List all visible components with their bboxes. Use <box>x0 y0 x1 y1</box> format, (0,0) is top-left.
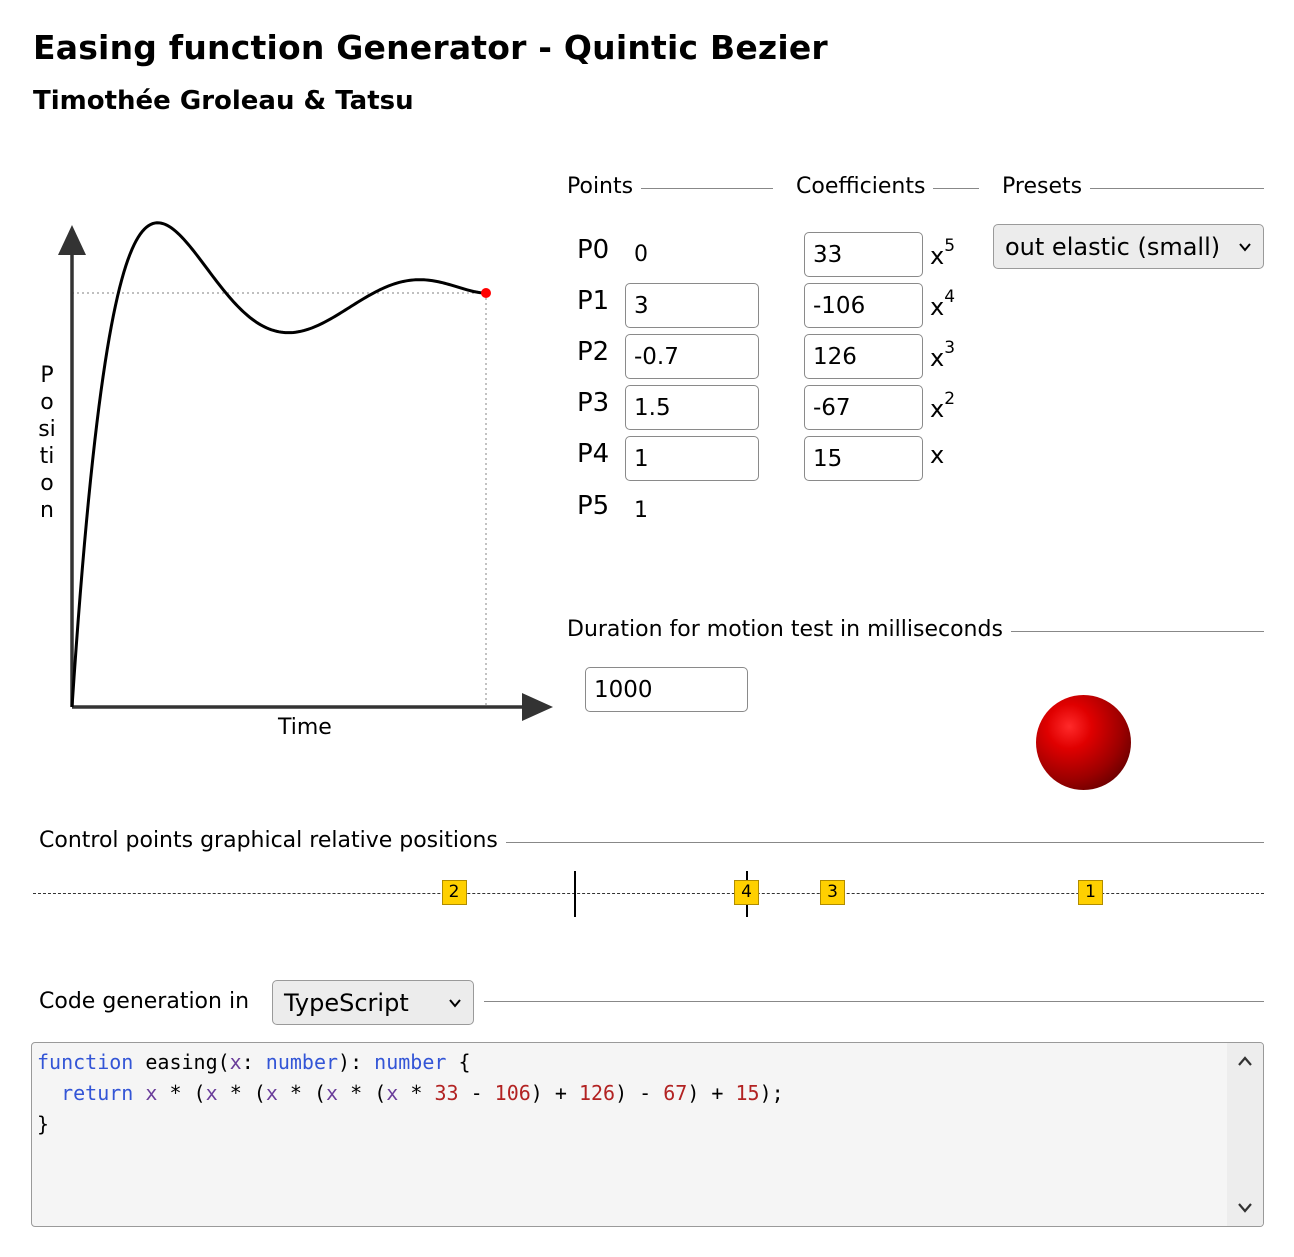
point-label-p5: P5 <box>577 491 610 521</box>
presets-selected-value: out elastic (small) <box>1005 232 1221 261</box>
power-base: x <box>930 242 945 270</box>
language-selected-value: TypeScript <box>284 988 409 1017</box>
page-title: Easing function Generator - Quintic Bezi… <box>33 28 828 67</box>
divider <box>933 187 979 189</box>
code-output[interactable]: function easing(x: number): number { ret… <box>31 1042 1264 1227</box>
point-label-p2: P2 <box>577 337 610 367</box>
presets-heading: Presets <box>1002 174 1264 199</box>
control-point-marker-2[interactable]: 2 <box>441 880 467 905</box>
point-value-p0: 0 <box>634 242 648 267</box>
code-text[interactable]: function easing(x: number): number { ret… <box>37 1047 784 1140</box>
motion-test-ball[interactable] <box>1036 695 1131 790</box>
power-exponent: 3 <box>944 338 956 358</box>
power-base: x <box>930 441 945 469</box>
easing-curve <box>70 221 487 708</box>
point-value-p5: 1 <box>634 498 648 523</box>
coefficient-input-x3[interactable] <box>804 334 923 379</box>
power-exponent: 4 <box>944 287 956 307</box>
page-subtitle: Timothée Groleau & Tatsu <box>33 86 414 116</box>
point-input-p2[interactable] <box>625 334 759 379</box>
graph-y-axis-arrow <box>58 225 86 255</box>
coefficient-input-x4[interactable] <box>804 283 923 328</box>
presets-select[interactable]: out elastic (small) <box>993 224 1264 269</box>
point-label-p1: P1 <box>577 286 610 316</box>
control-point-marker-3[interactable]: 3 <box>820 880 845 905</box>
codegen-label: Code generation in <box>39 989 250 1014</box>
divider <box>1010 630 1264 632</box>
divider <box>1090 187 1264 189</box>
easing-graph[interactable] <box>0 200 570 760</box>
point-label-p3: P3 <box>577 388 610 418</box>
power-base: x <box>930 395 945 423</box>
control-points-heading: Control points graphical relative positi… <box>39 828 1264 853</box>
coefficient-power-x1: x <box>930 441 944 469</box>
code-scrollbar[interactable] <box>1227 1043 1263 1226</box>
graph-y-axis-label: Position <box>38 363 56 523</box>
graph-x-axis-label: Time <box>278 715 332 740</box>
coefficients-heading: Coefficients <box>796 174 979 199</box>
coefficient-input-x2[interactable] <box>804 385 923 430</box>
coefficient-power-x3: x3 <box>930 338 955 372</box>
chevron-down-icon[interactable] <box>1236 1198 1254 1216</box>
control-point-marker-1[interactable]: 1 <box>1078 880 1103 905</box>
presets-heading-label: Presets <box>1002 174 1083 199</box>
coefficient-power-x5: x5 <box>930 236 955 270</box>
reference-tick-zero <box>574 871 576 917</box>
coefficient-input-x5[interactable] <box>804 232 923 277</box>
power-exponent: 2 <box>944 389 956 409</box>
point-input-p4[interactable] <box>625 436 759 481</box>
power-base: x <box>930 293 945 321</box>
coefficient-power-x2: x2 <box>930 389 955 423</box>
duration-heading-label: Duration for motion test in milliseconds <box>567 617 1003 642</box>
control-point-marker-4[interactable]: 4 <box>734 880 759 905</box>
chevron-down-icon <box>1239 242 1251 252</box>
chevron-up-icon[interactable] <box>1236 1053 1254 1071</box>
divider <box>505 841 1264 843</box>
coefficient-input-x1[interactable] <box>804 436 923 481</box>
control-points-heading-label: Control points graphical relative positi… <box>39 828 498 853</box>
duration-heading: Duration for motion test in milliseconds <box>567 617 1264 642</box>
divider <box>641 187 773 189</box>
point-input-p1[interactable] <box>625 283 759 328</box>
power-exponent: 5 <box>944 236 956 256</box>
coefficients-heading-label: Coefficients <box>796 174 926 199</box>
language-select[interactable]: TypeScript <box>272 980 474 1025</box>
power-base: x <box>930 344 945 372</box>
coefficient-power-x4: x4 <box>930 287 955 321</box>
point-label-p4: P4 <box>577 439 610 469</box>
graph-x-axis-arrow <box>522 693 553 721</box>
point-input-p3[interactable] <box>625 385 759 430</box>
points-heading: Points <box>567 174 773 199</box>
points-heading-label: Points <box>567 174 634 199</box>
chevron-down-icon <box>449 998 461 1008</box>
point-label-p0: P0 <box>577 235 610 265</box>
curve-end-point <box>481 288 491 298</box>
duration-input[interactable] <box>585 667 748 712</box>
codegen-divider <box>484 1001 1264 1002</box>
